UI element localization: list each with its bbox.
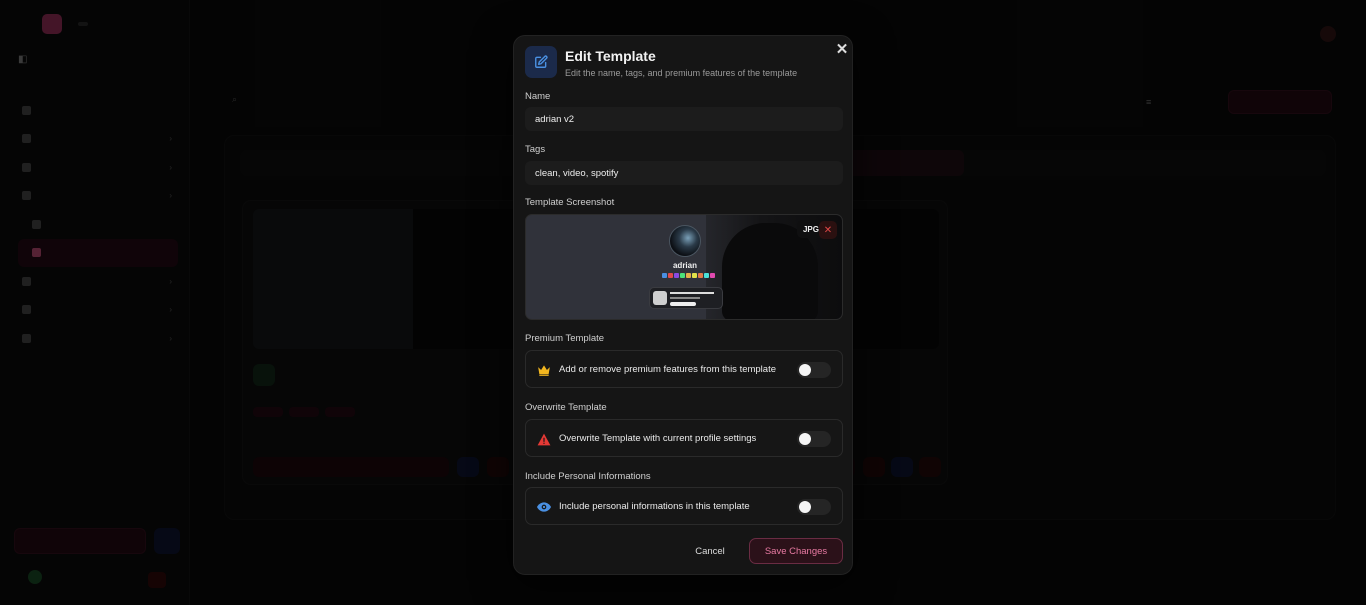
remove-screenshot-icon[interactable]: ✕ xyxy=(819,221,837,239)
modal-subtitle: Edit the name, tags, and premium feature… xyxy=(565,68,798,78)
name-label: Name xyxy=(525,91,551,102)
toggle-knob xyxy=(799,364,811,376)
screenshot-badges xyxy=(662,273,715,278)
personal-option-text: Include personal informations in this te… xyxy=(559,501,750,512)
tags-label: Tags xyxy=(525,144,546,155)
premium-option: Add or remove premium features from this… xyxy=(525,350,843,388)
modal-title: Edit Template xyxy=(565,48,656,64)
screenshot-label: Template Screenshot xyxy=(525,197,615,208)
edit-icon xyxy=(525,46,557,78)
close-icon[interactable]: ✕ xyxy=(834,41,850,58)
screenshot-music-player xyxy=(649,287,723,309)
overwrite-option: Overwrite Template with current profile … xyxy=(525,419,843,457)
screenshot-profile-name: adrian xyxy=(672,261,697,270)
toggle-knob xyxy=(799,501,811,513)
template-screenshot-preview: adrian JPG ✕ xyxy=(525,214,843,320)
eye-icon xyxy=(537,500,551,514)
premium-option-text: Add or remove premium features from this… xyxy=(559,364,777,375)
warning-icon xyxy=(537,432,551,446)
personal-toggle[interactable] xyxy=(797,499,831,515)
personal-section-label: Include Personal Informations xyxy=(525,471,651,482)
save-changes-button[interactable]: Save Changes xyxy=(749,538,843,564)
overwrite-toggle[interactable] xyxy=(797,431,831,447)
premium-section-label: Premium Template xyxy=(525,333,605,344)
toggle-knob xyxy=(799,433,811,445)
cancel-button[interactable]: Cancel xyxy=(690,539,730,563)
overwrite-section-label: Overwrite Template xyxy=(525,402,607,413)
overwrite-option-text: Overwrite Template with current profile … xyxy=(559,433,757,444)
crown-icon xyxy=(537,363,551,377)
edit-template-modal: Edit Template Edit the name, tags, and p… xyxy=(513,35,853,575)
tags-input[interactable] xyxy=(525,161,843,185)
premium-toggle[interactable] xyxy=(797,362,831,378)
screenshot-avatar xyxy=(669,225,701,257)
personal-option: Include personal informations in this te… xyxy=(525,487,843,525)
name-input[interactable] xyxy=(525,107,843,131)
